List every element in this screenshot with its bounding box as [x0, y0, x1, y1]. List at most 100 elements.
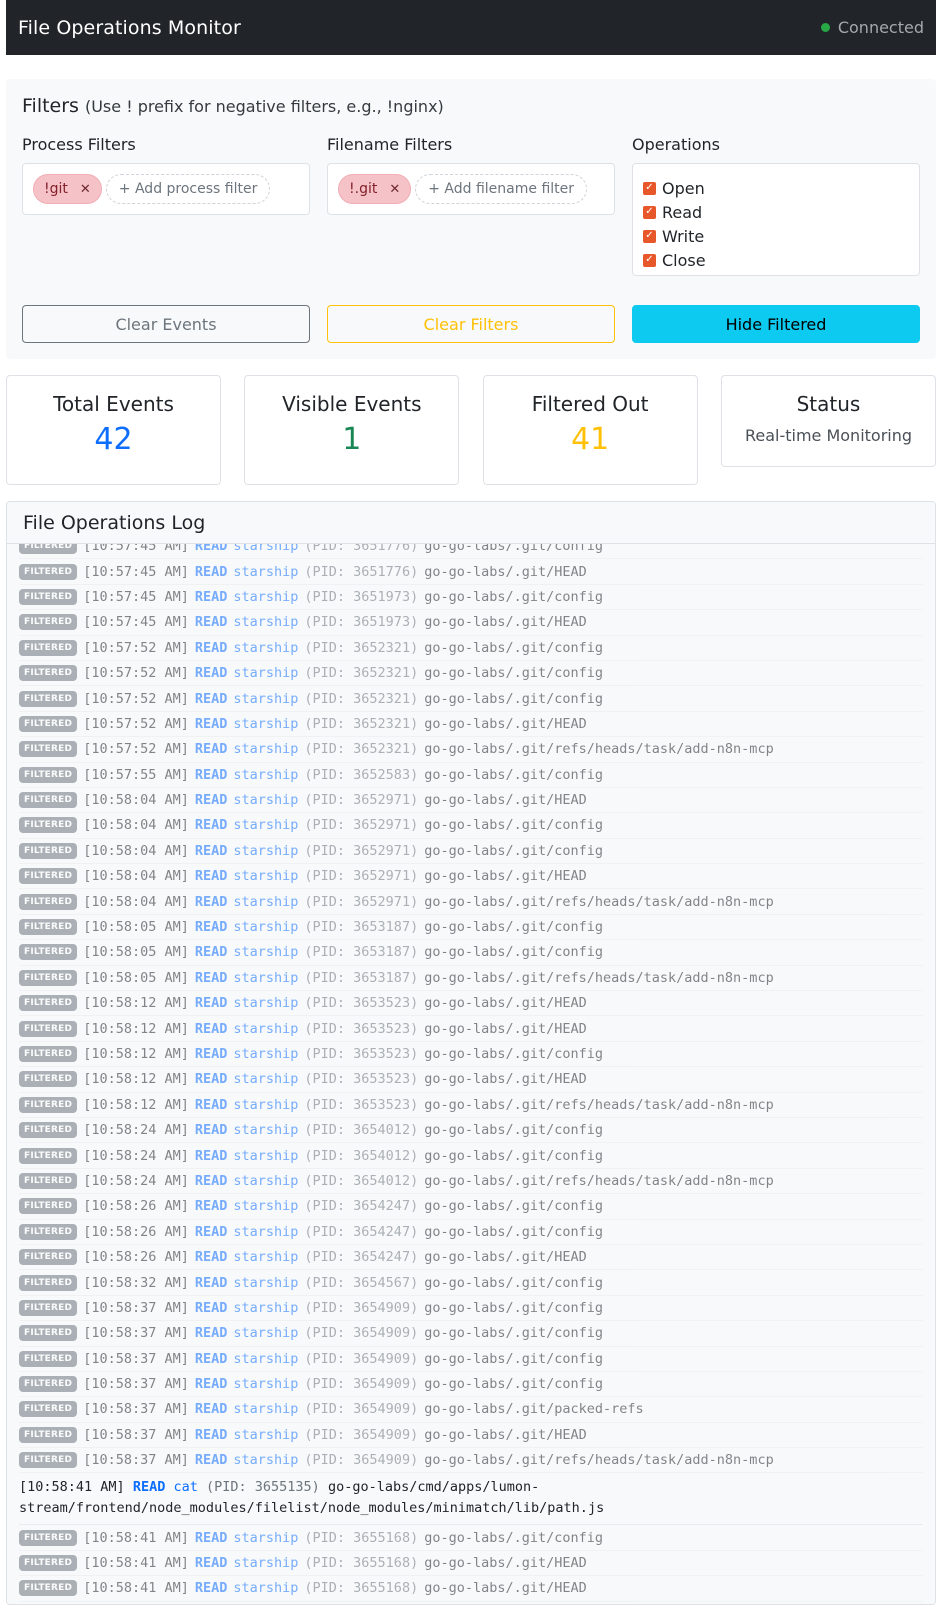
filename-filter-tag[interactable]: !.git ✕	[338, 174, 412, 204]
checkbox-checked-icon[interactable]: ✓	[643, 205, 656, 219]
log-entry: FILTERED [10:58:05 AM] READ starship (PID: 3…	[19, 966, 923, 992]
filename-filter-box: !.git ✕ + Add filename filter	[327, 163, 615, 215]
log-entry: FILTERED [10:58:04 AM] READ starship (PID: 3…	[19, 839, 923, 865]
clear-filters-button[interactable]: Clear Filters	[327, 305, 615, 343]
log-process: starship	[233, 1426, 299, 1443]
log-process: starship	[233, 1046, 299, 1062]
checkbox-checked-icon[interactable]: ✓	[643, 253, 656, 267]
filtered-badge: FILTERED	[19, 741, 78, 758]
stat-visible-value: 1	[342, 422, 362, 457]
log-time: [10:58:24 AM]	[83, 1122, 189, 1139]
close-icon[interactable]: ✕	[80, 182, 91, 197]
log-list: FILTERED [10:57:45 AM] READ starship (PID: 3…	[19, 544, 923, 1602]
filename-filters-group: Filename Filters !.git ✕ + Add filename …	[327, 135, 615, 276]
log-time: [10:58:37 AM]	[83, 1376, 189, 1393]
operation-read[interactable]: ✓ Read	[643, 200, 909, 224]
log-process: starship	[233, 1401, 299, 1418]
log-path: go-go-labs/.git/HEAD	[424, 1580, 587, 1597]
log-pid: (PID: 3655168)	[304, 1555, 419, 1572]
process-filter-tag[interactable]: !git ✕	[33, 174, 102, 204]
log-operation: READ	[194, 1147, 228, 1164]
log-process: starship	[233, 1299, 299, 1316]
operation-open[interactable]: ✓ Open	[643, 176, 909, 200]
operation-write[interactable]: ✓ Write	[643, 224, 909, 248]
log-time: [10:57:45 AM]	[83, 544, 189, 555]
log-time: [10:58:12 AM]	[83, 1071, 189, 1088]
page: File Operations Monitor Connected Filter…	[0, 0, 951, 1614]
log-entry: FILTERED [10:58:26 AM] READ starship (PID: 3…	[19, 1194, 923, 1220]
log-pid: (PID: 3653523)	[304, 995, 419, 1012]
log-pid: (PID: 3653523)	[304, 1020, 419, 1037]
log-process: starship	[233, 1452, 299, 1469]
log-time: [10:58:26 AM]	[83, 1223, 189, 1240]
hide-filtered-button[interactable]: Hide Filtered	[632, 305, 920, 343]
log-operation: READ	[194, 690, 228, 707]
log-path: go-go-labs/.git/config	[424, 1325, 604, 1342]
log-path: go-go-labs/.git/refs/heads/task/add-n8n-…	[424, 969, 774, 986]
log-entry: FILTERED [10:58:26 AM] READ starship (PID: 3…	[19, 1245, 923, 1271]
log-path: go-go-labs/.git/HEAD	[424, 563, 587, 580]
log-pid: (PID: 3652321)	[304, 741, 419, 758]
checkbox-checked-icon[interactable]: ✓	[643, 229, 656, 243]
filtered-badge: FILTERED	[19, 563, 78, 580]
log-time: [10:58:12 AM]	[83, 1096, 189, 1113]
log-path: go-go-labs/.git/config	[424, 588, 604, 605]
log-pid: (PID: 3653187)	[304, 919, 419, 936]
log-operation: READ	[194, 1426, 228, 1443]
filtered-badge: FILTERED	[19, 715, 78, 732]
log-path: go-go-labs/.git/HEAD	[424, 1426, 587, 1443]
log-entry: FILTERED [10:57:45 AM] READ starship (PID: 3…	[19, 585, 923, 611]
log-time: [10:58:37 AM]	[83, 1426, 189, 1443]
log-process: starship	[233, 544, 299, 555]
log-pid: (PID: 3654909)	[304, 1299, 419, 1316]
stat-visible-events: Visible Events 1	[244, 375, 460, 485]
operation-close-label: Close	[662, 250, 706, 270]
checkbox-checked-icon[interactable]: ✓	[643, 181, 656, 195]
log-operation: READ	[194, 1249, 228, 1266]
close-icon[interactable]: ✕	[389, 182, 400, 197]
log-entry: FILTERED [10:58:04 AM] READ starship (PID: 3…	[19, 813, 923, 839]
add-filename-filter-button[interactable]: + Add filename filter	[415, 174, 588, 204]
log-path: go-go-labs/.git/HEAD	[424, 868, 587, 885]
log-entry: FILTERED [10:58:41 AM] READ starship (PID: 3…	[19, 1576, 923, 1602]
log-path: go-go-labs/.git/HEAD	[424, 995, 587, 1012]
log-title: File Operations Log	[7, 502, 935, 544]
log-entry: FILTERED [10:57:52 AM] READ starship (PID: 3…	[19, 686, 923, 712]
log-pid: (PID: 3652583)	[304, 766, 419, 783]
log-operation: READ	[194, 588, 228, 605]
filtered-badge: FILTERED	[19, 817, 78, 834]
log-entry: FILTERED [10:57:55 AM] READ starship (PID: 3…	[19, 763, 923, 788]
log-process: starship	[233, 715, 299, 732]
filtered-badge: FILTERED	[19, 766, 78, 783]
log-pid: (PID: 3652971)	[304, 792, 419, 809]
log-path: go-go-labs/.git/HEAD	[424, 614, 587, 631]
filtered-badge: FILTERED	[19, 1249, 78, 1266]
log-pid: (PID: 3654012)	[304, 1147, 419, 1164]
clear-events-button[interactable]: Clear Events	[22, 305, 310, 343]
log-process: starship	[233, 741, 299, 758]
log-time: [10:57:45 AM]	[83, 614, 189, 631]
process-filters-label: Process Filters	[22, 135, 136, 154]
log-pid: (PID: 3652971)	[304, 842, 419, 859]
log-process: starship	[233, 1249, 299, 1266]
log-operation: READ	[194, 1376, 228, 1393]
filtered-badge: FILTERED	[19, 1274, 78, 1291]
log-operation: READ	[194, 766, 228, 783]
log-time: [10:58:04 AM]	[83, 792, 189, 809]
navbar: File Operations Monitor Connected	[6, 0, 936, 55]
log-entry: FILTERED [10:58:32 AM] READ starship (PID: 3…	[19, 1270, 923, 1296]
log-path: go-go-labs/.git/HEAD	[424, 1249, 587, 1266]
filtered-badge: FILTERED	[19, 792, 78, 809]
file-operations-log: File Operations Log FILTERED [10:57:45 AM…	[6, 501, 936, 1605]
filters-title: Filters	[22, 95, 79, 117]
add-process-filter-button[interactable]: + Add process filter	[105, 174, 271, 204]
log-path: go-go-labs/.git/refs/heads/task/add-n8n-…	[424, 1452, 774, 1469]
log-path: go-go-labs/.git/config	[424, 1299, 604, 1316]
log-entry: FILTERED [10:58:37 AM] READ starship (PID: 3…	[19, 1372, 923, 1398]
log-scroll-area[interactable]: FILTERED [10:57:45 AM] READ starship (PID: 3…	[7, 544, 935, 1604]
log-time: [10:58:05 AM]	[83, 944, 189, 961]
log-path: go-go-labs/.git/config	[424, 1198, 604, 1215]
log-time: [10:58:41 AM]	[19, 1479, 125, 1496]
log-time: [10:57:52 AM]	[83, 715, 189, 732]
operation-close[interactable]: ✓ Close	[643, 248, 909, 272]
